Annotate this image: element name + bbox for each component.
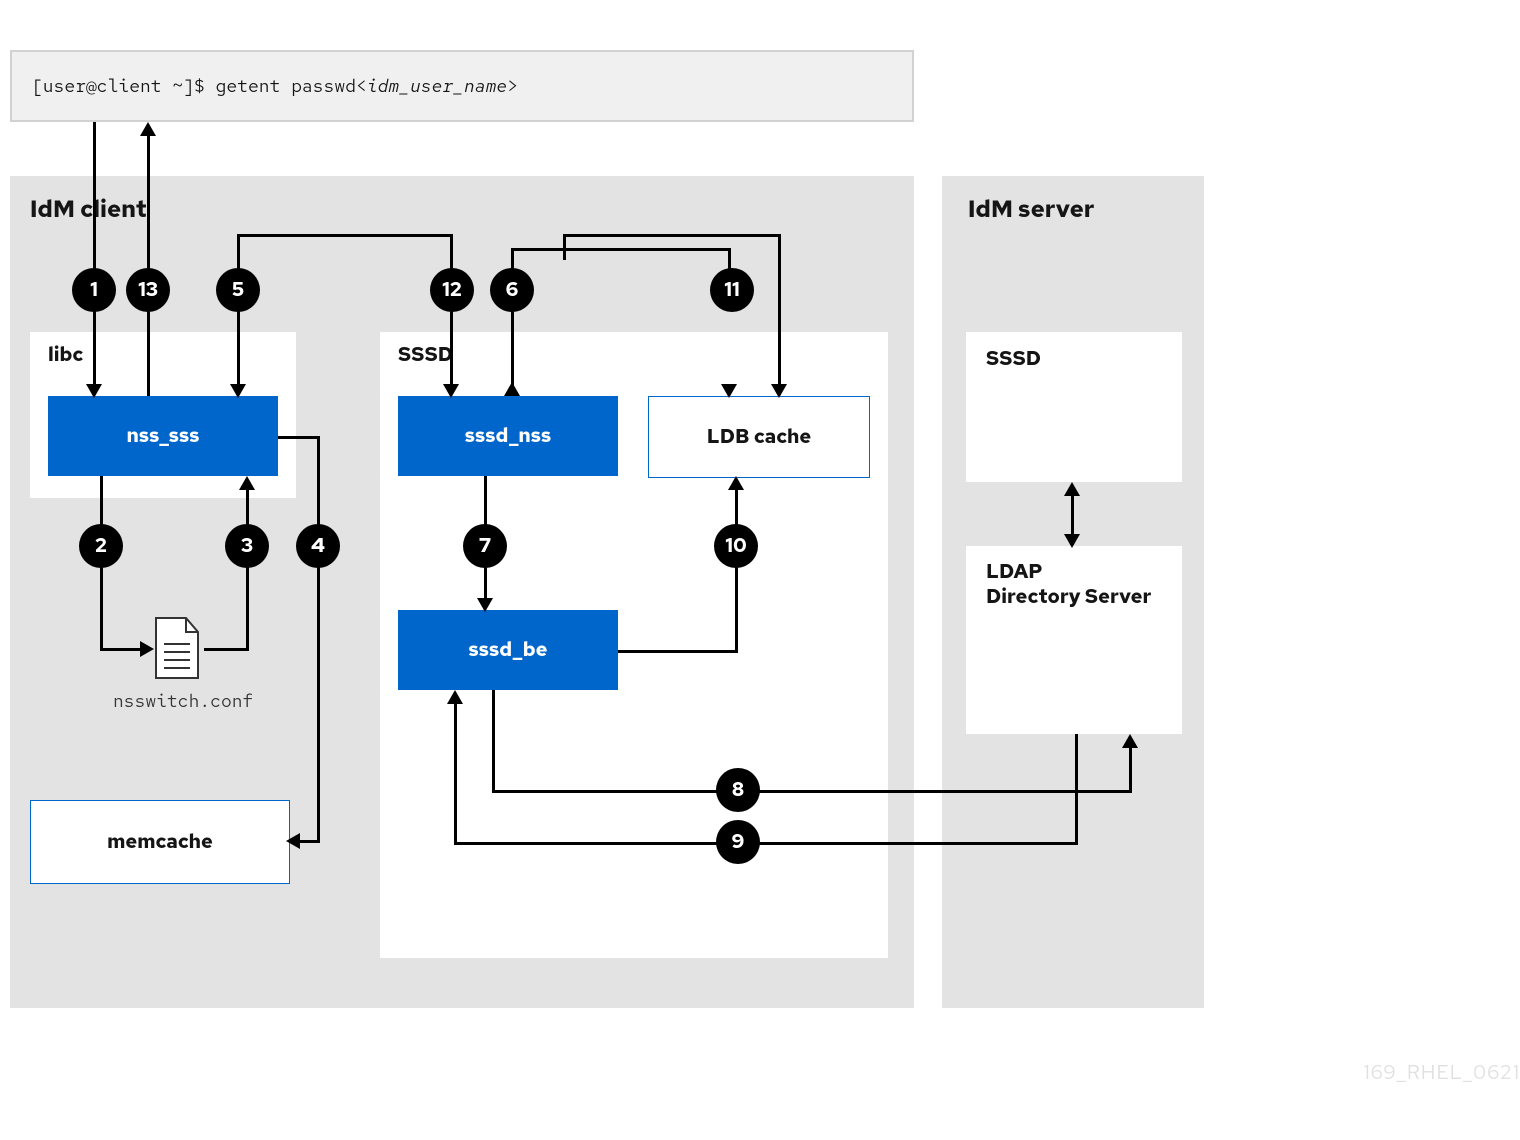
- footer-ref: 169_RHEL_0621: [1364, 1060, 1520, 1086]
- sssd-server-box: SSSD: [966, 332, 1182, 482]
- file-icon: [152, 616, 202, 680]
- nss-sss-node: nss_sss: [48, 396, 278, 476]
- sssd-client-panel-label: SSSD: [398, 342, 453, 368]
- command-arg-close: >: [507, 75, 518, 98]
- command-prefix: [user@client ~]$ getent passwd: [32, 75, 356, 98]
- server-panel-title: IdM server: [968, 194, 1094, 225]
- ldap-label-line1: LDAP: [986, 559, 1043, 585]
- step-3: 3: [225, 524, 269, 568]
- step-12: 12: [430, 268, 474, 312]
- step-7: 7: [463, 524, 507, 568]
- ldb-cache-node: LDB cache: [648, 396, 870, 478]
- diagram-canvas: [user@client ~]$ getent passwd <idm_user…: [0, 0, 1520, 1140]
- step-5: 5: [216, 268, 260, 312]
- ldap-ds-box: LDAPDirectory Server: [966, 546, 1182, 734]
- step-10: 10: [714, 524, 758, 568]
- libc-panel-label: libc: [48, 342, 83, 368]
- step-11: 11: [710, 268, 754, 312]
- command-bar: [user@client ~]$ getent passwd <idm_user…: [10, 50, 914, 122]
- step-13: 13: [126, 268, 170, 312]
- sssd-nss-node: sssd_nss: [398, 396, 618, 476]
- step-4: 4: [296, 524, 340, 568]
- ldap-label-line2: Directory Server: [986, 584, 1151, 610]
- step-8: 8: [716, 768, 760, 812]
- command-arg-open: <: [356, 75, 367, 98]
- step-2: 2: [79, 524, 123, 568]
- step-6: 6: [490, 268, 534, 312]
- sssd-be-node: sssd_be: [398, 610, 618, 690]
- memcache-node: memcache: [30, 800, 290, 884]
- command-arg: idm_user_name: [367, 75, 507, 98]
- nsswitch-conf-label: nsswitch.conf: [113, 690, 253, 713]
- client-panel-title: IdM client: [30, 194, 147, 225]
- step-1: 1: [72, 268, 116, 312]
- step-9: 9: [716, 820, 760, 864]
